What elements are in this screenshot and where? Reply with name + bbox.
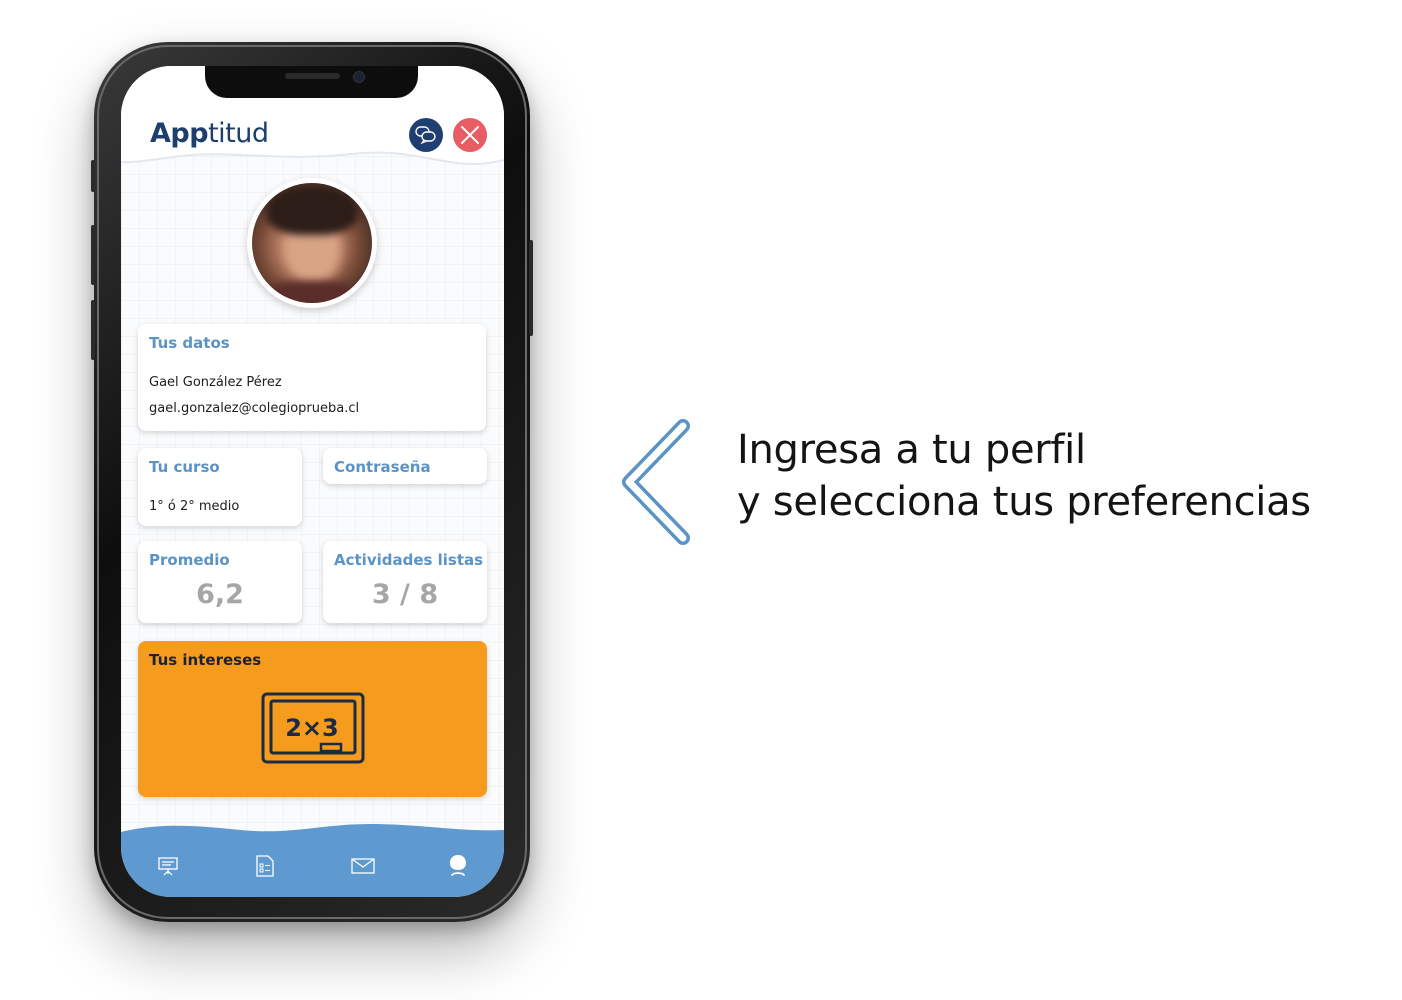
chevron-left-icon [622,419,690,545]
app-screen: Apptitud Tus datos Gael González Pérez g… [121,66,504,897]
chat-icon [415,126,436,144]
average-card: Promedio 6,2 [138,541,302,623]
personal-data-card[interactable]: Tus datos Gael González Pérez gael.gonza… [138,324,486,431]
phone-power-button [529,240,533,336]
user-name: Gael González Pérez [149,375,282,390]
phone-volume-down [91,300,95,360]
activities-value: 3 / 8 [371,579,439,610]
course-title: Tu curso [149,458,220,476]
phone-notch [205,66,418,98]
mail-icon[interactable] [351,858,375,874]
close-button[interactable] [453,118,487,152]
activities-card: Actividades listas 3 / 8 [323,541,487,623]
chat-button[interactable] [409,118,443,152]
profile-icon[interactable] [448,854,468,878]
presentation-board-icon[interactable] [158,856,178,876]
course-value: 1° ó 2° medio [149,499,240,514]
average-value: 6,2 [196,579,244,610]
course-card[interactable]: Tu curso 1° ó 2° medio [138,448,302,526]
math-board-icon[interactable]: 2×3 [261,692,365,764]
callout-line-2: y selecciona tus preferencias [737,479,1311,525]
personal-data-title: Tus datos [149,334,230,352]
phone-silent-switch [91,160,95,192]
app-logo: Apptitud [150,118,269,149]
password-card[interactable]: Contraseña [323,448,487,484]
phone-speaker [285,73,340,79]
bottom-nav-bar [121,824,504,897]
document-list-icon[interactable] [256,855,274,877]
interests-card[interactable]: Tus intereses 2×3 [138,641,487,797]
phone-volume-up [91,225,95,285]
callout-line-1: Ingresa a tu perfil [737,427,1086,473]
password-title: Contraseña [334,458,431,476]
avatar-photo [252,183,372,303]
user-email: gael.gonzalez@colegioprueba.cl [149,401,360,416]
callout-text: Ingresa a tu perfil y selecciona tus pre… [737,424,1311,528]
activities-title: Actividades listas [334,551,484,569]
close-icon [461,126,479,144]
avatar[interactable] [247,178,377,308]
board-text: 2×3 [285,714,339,742]
average-title: Promedio [149,551,230,569]
phone-camera [353,71,365,83]
interests-title: Tus intereses [149,651,262,669]
